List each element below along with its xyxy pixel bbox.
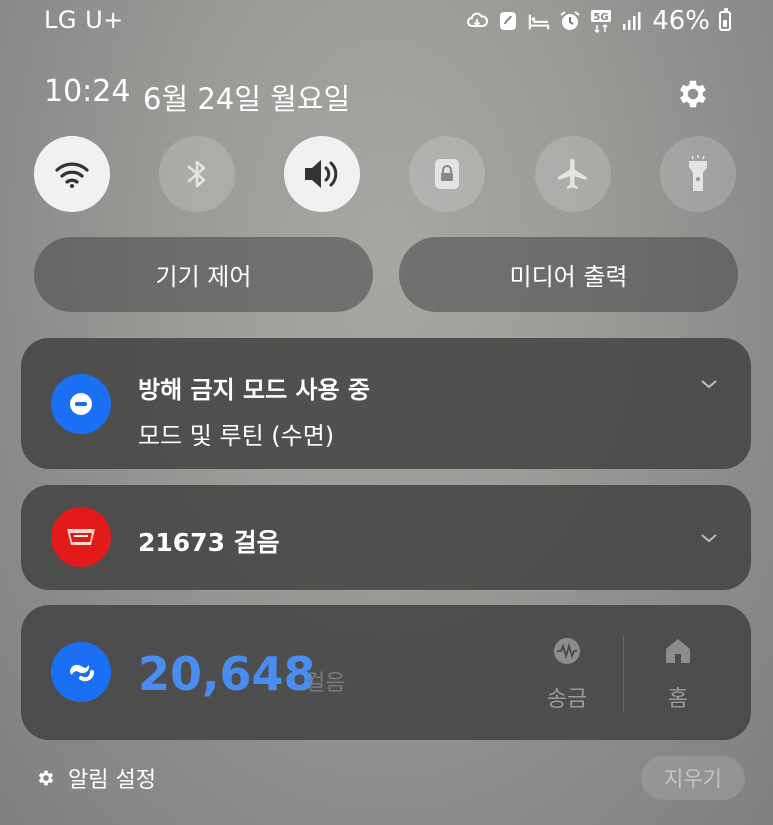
wifi-icon xyxy=(55,162,89,188)
carrier-name: LG U+ xyxy=(44,6,124,34)
toss-app-icon xyxy=(51,642,111,702)
steps-title: 21673 걸음 xyxy=(138,528,280,557)
cloud-sync-icon xyxy=(466,10,489,32)
dnd-subtitle: 모드 및 루틴 (수면) xyxy=(138,422,335,450)
gear-icon xyxy=(680,80,706,108)
wifi-toggle[interactable] xyxy=(34,136,110,212)
sleep-icon xyxy=(528,10,550,32)
app-notification-icon xyxy=(497,10,519,32)
airplane-toggle[interactable] xyxy=(535,136,611,212)
speaker-icon xyxy=(305,160,338,188)
flashlight-icon xyxy=(689,155,707,191)
home-icon xyxy=(666,639,690,663)
transfer-button[interactable]: 송금 xyxy=(537,637,597,713)
chevron-down-icon xyxy=(701,380,717,389)
transfer-label: 송금 xyxy=(546,687,588,712)
date: 6월 24일 월요일 xyxy=(143,82,351,116)
cashwalk-app-icon xyxy=(51,507,111,567)
network-label: 5G xyxy=(594,12,609,23)
airplane-icon xyxy=(558,159,587,189)
settings-button[interactable] xyxy=(675,76,711,112)
status-icons: 5G 46% xyxy=(466,6,731,36)
dnd-expand-button[interactable] xyxy=(699,374,719,398)
battery-percent: 46% xyxy=(652,6,710,36)
steps-notification[interactable]: 21673 걸음 xyxy=(21,485,751,590)
signal-icon xyxy=(621,10,643,32)
dnd-notification[interactable]: 방해 금지 모드 사용 중 모드 및 루틴 (수면) xyxy=(21,338,751,469)
home-label: 홈 xyxy=(667,687,689,712)
transfer-icon xyxy=(554,638,580,664)
alarm-icon xyxy=(559,10,581,32)
device-control-button[interactable]: 기기 제어 xyxy=(34,237,373,312)
lock-icon xyxy=(435,159,459,189)
clock: 10:24 xyxy=(44,74,131,109)
do-not-disturb-icon xyxy=(51,374,111,434)
media-output-button[interactable]: 미디어 출력 xyxy=(399,237,738,312)
flashlight-toggle[interactable] xyxy=(660,136,736,212)
screen-lock-toggle[interactable] xyxy=(409,136,485,212)
clear-button[interactable]: 지우기 xyxy=(641,756,745,800)
action-divider xyxy=(623,635,624,711)
dnd-title: 방해 금지 모드 사용 중 xyxy=(138,376,371,404)
toss-steps-widget[interactable]: 20,648 걸음 송금 홈 xyxy=(21,605,751,740)
toss-step-count: 20,648 xyxy=(138,647,316,701)
network-5g-icon: 5G xyxy=(590,10,612,33)
notification-settings-label: 알림 설정 xyxy=(68,768,156,793)
home-button[interactable]: 홈 xyxy=(648,637,708,713)
notification-settings-link[interactable]: 알림 설정 xyxy=(36,762,156,794)
toss-step-unit: 걸음 xyxy=(305,671,346,696)
bluetooth-icon xyxy=(187,160,206,188)
sound-toggle[interactable] xyxy=(284,136,360,212)
gear-icon xyxy=(38,770,54,786)
chevron-down-icon xyxy=(701,534,717,543)
steps-expand-button[interactable] xyxy=(699,528,719,552)
bluetooth-toggle[interactable] xyxy=(159,136,235,212)
battery-icon xyxy=(719,8,731,31)
